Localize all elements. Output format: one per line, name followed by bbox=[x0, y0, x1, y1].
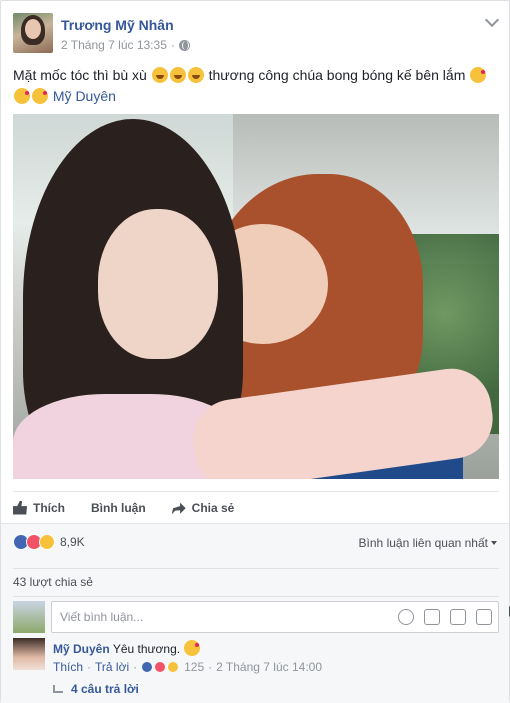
post-meta: 2 Tháng 7 lúc 13:35 · bbox=[61, 38, 190, 52]
chevron-down-icon[interactable] bbox=[484, 12, 500, 28]
comment-label: Bình luận bbox=[91, 500, 146, 515]
commenter-name[interactable]: Mỹ Duyên bbox=[53, 642, 110, 656]
love-reaction-icon bbox=[154, 661, 167, 673]
thumbs-up-icon bbox=[13, 500, 27, 515]
post-text-part2: thương công chúa bong bóng kế bên lắm bbox=[208, 67, 466, 83]
comment-actions: Thích · Trả lời · 125 · 2 Tháng 7 lúc 14… bbox=[53, 660, 322, 674]
feedback-section: 8,9K Bình luận liên quan nhất 43 lượt ch… bbox=[1, 523, 509, 703]
comment-button[interactable]: Bình luận bbox=[25, 500, 510, 620]
photo-person-left-face bbox=[98, 209, 218, 359]
emoji-icon[interactable] bbox=[398, 609, 414, 625]
haha-reaction-icon bbox=[167, 661, 180, 673]
comment-sort-dropdown[interactable]: Bình luận liên quan nhất bbox=[359, 536, 497, 550]
comment-composer bbox=[13, 596, 499, 633]
action-bar: Thích Bình luận Chia sẻ bbox=[13, 491, 510, 620]
share-label: Chia sẻ bbox=[191, 500, 235, 515]
rofl-emoji-icon bbox=[151, 67, 168, 83]
haha-reaction-icon bbox=[39, 534, 55, 550]
like-button[interactable]: Thích bbox=[13, 500, 65, 515]
current-user-avatar bbox=[13, 601, 45, 633]
post-text-part1: Mặt mốc tóc thì bù xù bbox=[13, 67, 147, 83]
kiss-emoji-icon bbox=[184, 640, 201, 656]
sort-label: Bình luận liên quan nhất bbox=[358, 536, 488, 550]
sticker-icon[interactable] bbox=[476, 609, 492, 625]
comment-reply-link[interactable]: Trả lời bbox=[95, 660, 129, 674]
like-reaction-icon bbox=[141, 661, 154, 673]
mention-link[interactable]: Mỹ Duyên bbox=[53, 88, 116, 104]
replies-label: 4 câu trả lời bbox=[71, 682, 139, 696]
comment-sep-3: · bbox=[208, 660, 213, 674]
author-name[interactable]: Trương Mỹ Nhân bbox=[61, 17, 174, 33]
share-count[interactable]: 43 lượt chia sẻ bbox=[13, 568, 499, 589]
avatar-face bbox=[25, 19, 41, 39]
comment-text: Yêu thương. bbox=[112, 642, 181, 656]
commenter-avatar[interactable] bbox=[13, 638, 45, 670]
share-arrow-icon bbox=[171, 502, 186, 515]
author-avatar[interactable] bbox=[13, 13, 53, 53]
comment-body: Mỹ Duyên Yêu thương. bbox=[53, 640, 201, 657]
rofl-emoji-icon bbox=[187, 67, 204, 83]
comment-time[interactable]: 2 Tháng 7 lúc 14:00 bbox=[216, 660, 322, 674]
comment-reaction-count[interactable]: 125 bbox=[184, 660, 204, 674]
gif-icon[interactable] bbox=[450, 609, 466, 625]
comment-input[interactable] bbox=[52, 602, 352, 632]
camera-icon[interactable] bbox=[424, 609, 440, 625]
like-label: Thích bbox=[33, 500, 65, 515]
meta-separator: · bbox=[170, 38, 175, 52]
kiss-emoji-icon bbox=[32, 88, 48, 104]
post-timestamp[interactable]: 2 Tháng 7 lúc 13:35 bbox=[61, 38, 167, 52]
comment-sep-1: · bbox=[87, 660, 92, 674]
caret-down-icon bbox=[491, 541, 497, 545]
reaction-summary[interactable]: 8,9K bbox=[13, 534, 85, 550]
share-button[interactable]: Chia sẻ bbox=[171, 500, 235, 515]
post-photo[interactable] bbox=[13, 114, 499, 479]
post-card: Trương Mỹ Nhân 2 Tháng 7 lúc 13:35 · Mặt… bbox=[0, 0, 510, 703]
reply-arrow-icon bbox=[53, 685, 63, 693]
composer-icons bbox=[398, 609, 492, 625]
globe-icon[interactable] bbox=[178, 39, 190, 51]
post-text: Mặt mốc tóc thì bù xù thương công chúa b… bbox=[13, 65, 499, 107]
comment-like-link[interactable]: Thích bbox=[53, 660, 83, 674]
kiss-emoji-icon bbox=[470, 67, 487, 83]
kiss-emoji-icon bbox=[14, 88, 30, 104]
comment-sep-2: · bbox=[133, 660, 138, 674]
reaction-count: 8,9K bbox=[60, 535, 85, 549]
comment-box[interactable] bbox=[51, 601, 499, 633]
rofl-emoji-icon bbox=[169, 67, 186, 83]
view-replies-link[interactable]: 4 câu trả lời bbox=[53, 682, 139, 696]
